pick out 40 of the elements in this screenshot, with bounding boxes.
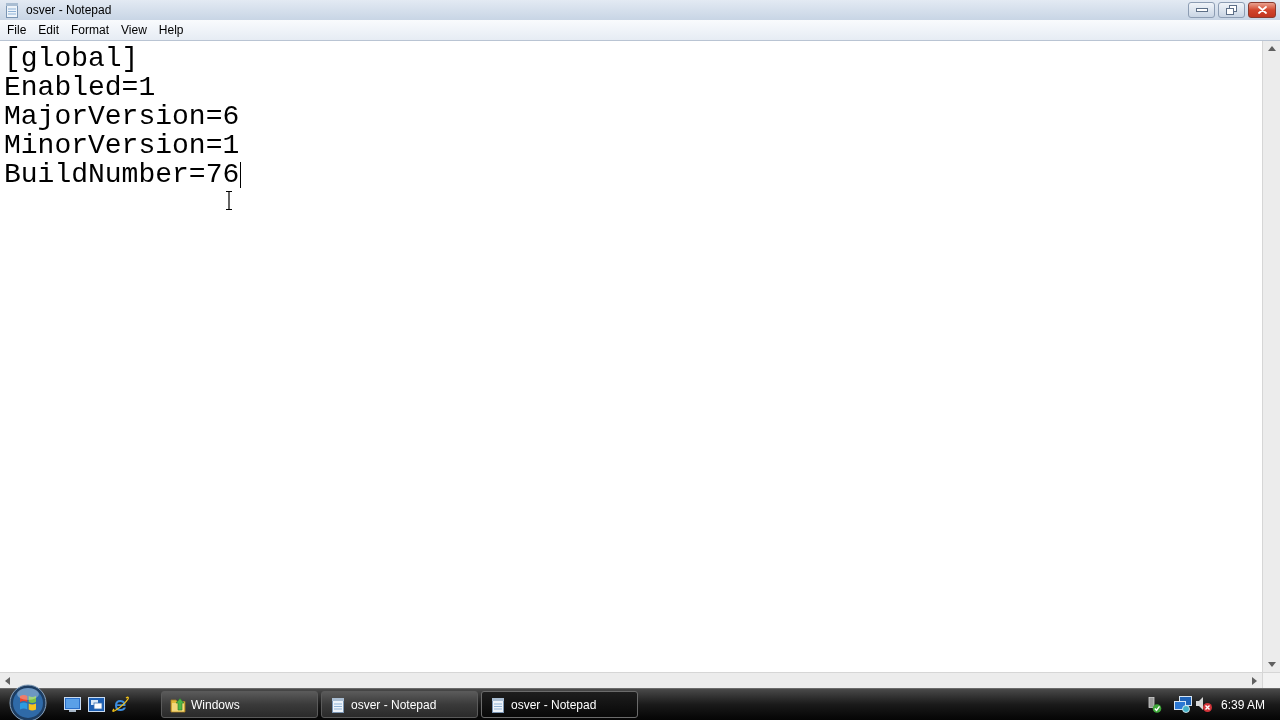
menu-item[interactable]: Edit (32, 21, 66, 39)
letter-e-icon[interactable] (112, 696, 129, 713)
monitor-icon[interactable] (64, 697, 81, 712)
text-line: [global] (4, 44, 139, 73)
taskbar-button[interactable]: Windows (161, 691, 318, 718)
menu-item[interactable]: File (1, 21, 33, 39)
i-beam-cursor-icon (225, 191, 233, 210)
restore-icon (1226, 5, 1237, 15)
horizontal-scrollbar[interactable] (0, 672, 1262, 688)
clock-time[interactable]: 6:39 AM (1220, 695, 1265, 714)
close-icon (1257, 6, 1267, 14)
usb-check-icon[interactable] (1145, 696, 1162, 713)
speaker-muted-icon[interactable] (1194, 696, 1213, 713)
scroll-down-arrow-icon[interactable] (1267, 662, 1276, 667)
folder-arrow-icon (170, 696, 186, 713)
taskbar-button[interactable]: osver - Notepad (321, 691, 478, 718)
menu-item[interactable]: Format (65, 21, 116, 39)
notepad-icon (4, 2, 20, 18)
taskbar-button[interactable]: osver - Notepad (481, 691, 638, 718)
scrollbar-corner (1262, 672, 1280, 688)
minimize-icon (1195, 8, 1208, 12)
menu-item[interactable]: View (115, 21, 153, 39)
scroll-right-arrow-icon[interactable] (1252, 676, 1257, 685)
notepad-icon (330, 696, 346, 713)
window-title: osver - Notepad (26, 2, 112, 18)
minimize-button[interactable] (1188, 2, 1215, 18)
text-line: MajorVersion=6 (4, 102, 240, 131)
text-line: MinorVersion=1 (4, 131, 240, 160)
restore-button[interactable] (1218, 2, 1245, 18)
vertical-scrollbar[interactable] (1262, 41, 1280, 672)
scroll-left-arrow-icon[interactable] (5, 676, 10, 685)
stacked-windows-icon[interactable] (88, 697, 105, 712)
network-computers-icon[interactable] (1173, 696, 1192, 713)
text-line: BuildNumber=76 (4, 160, 240, 189)
notepad-icon (490, 696, 506, 713)
scroll-up-arrow-icon[interactable] (1267, 46, 1276, 51)
menu-item[interactable]: Help (152, 21, 190, 39)
start-orb-icon[interactable] (9, 684, 47, 720)
text-line: Enabled=1 (4, 73, 156, 102)
close-button[interactable] (1248, 2, 1276, 18)
